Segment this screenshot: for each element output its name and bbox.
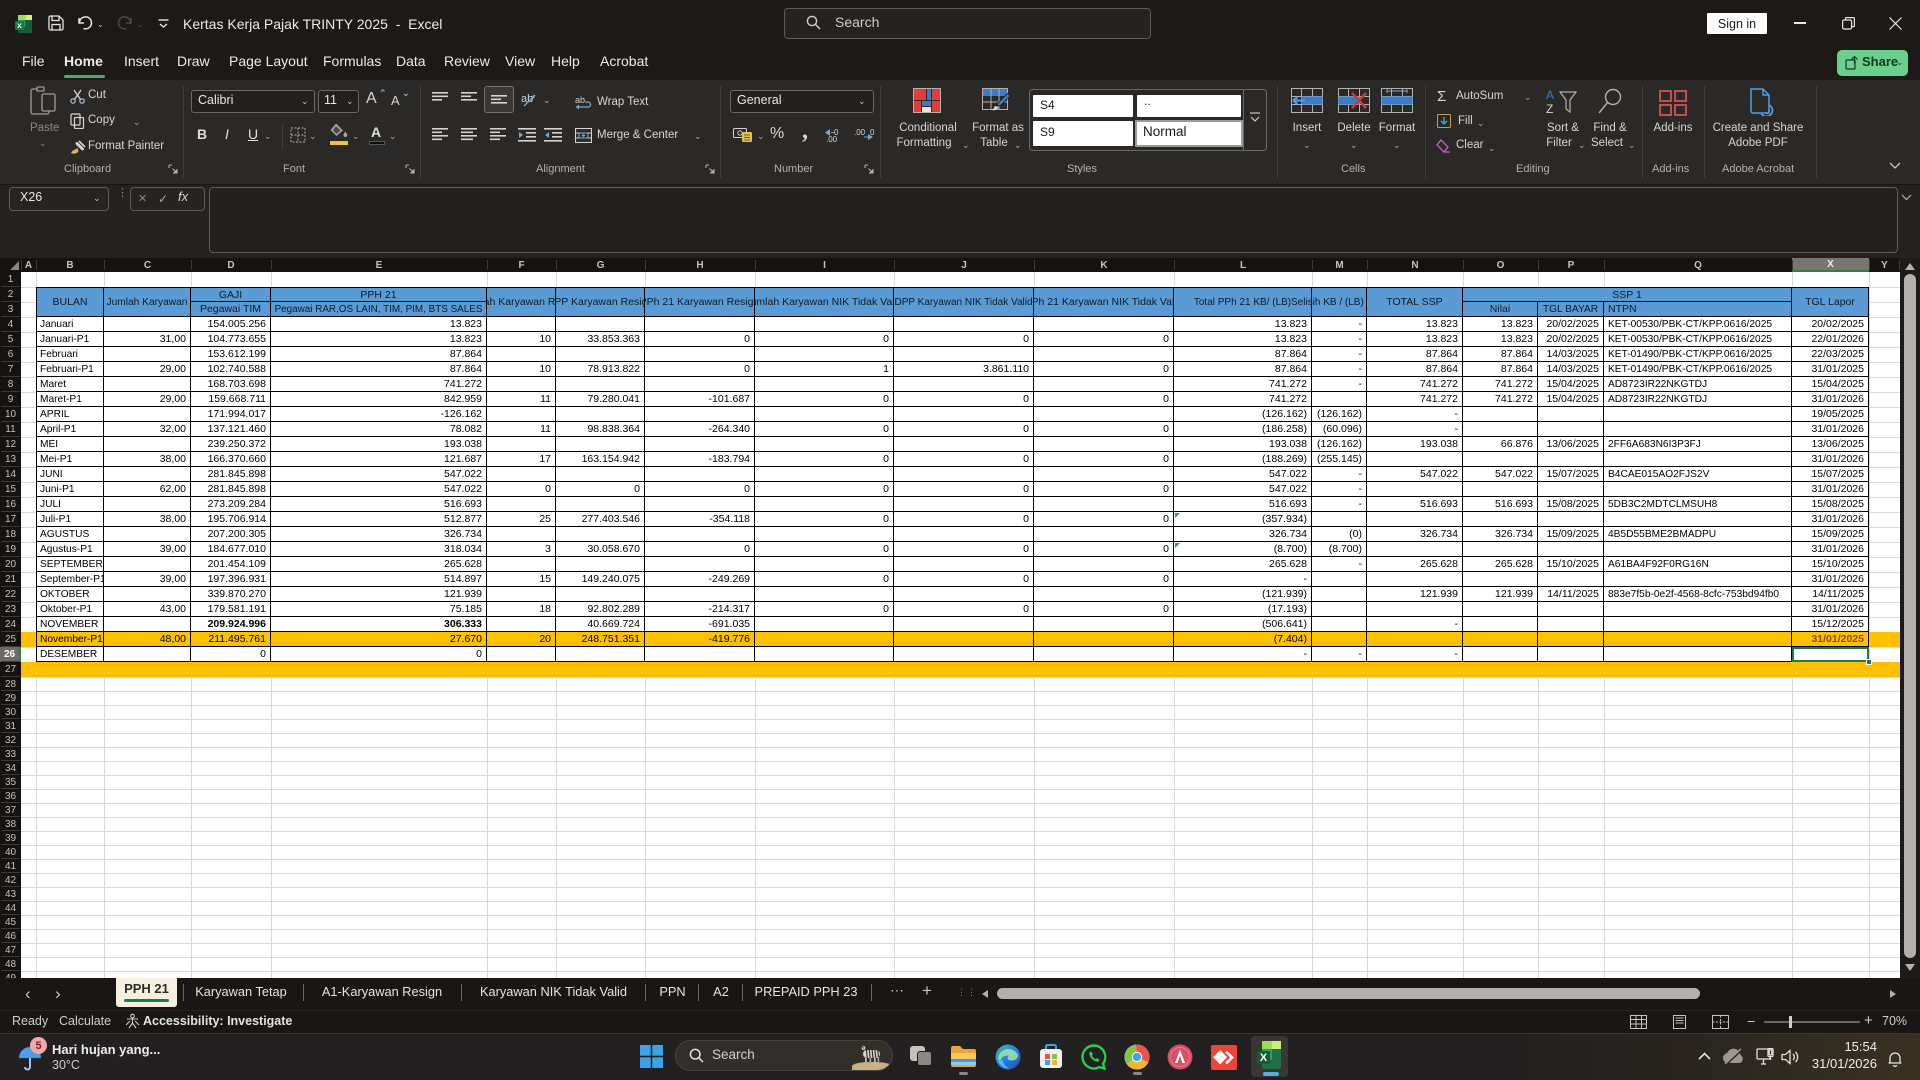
svg-text:ab: ab xyxy=(575,95,585,105)
svg-text:Z: Z xyxy=(1546,102,1553,116)
svg-text:.00: .00 xyxy=(854,128,866,137)
svg-text:.00: .00 xyxy=(826,135,838,142)
svg-text:0: 0 xyxy=(870,128,875,137)
svg-text:X: X xyxy=(1260,1052,1268,1064)
svg-text:A: A xyxy=(1546,88,1554,102)
svg-text:x: x xyxy=(17,20,22,30)
